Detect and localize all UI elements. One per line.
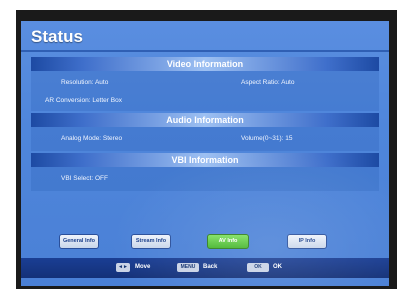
back-label: Back: [203, 264, 218, 270]
ok-key-icon: OK: [247, 263, 269, 272]
av-info-button[interactable]: AV Info: [207, 234, 249, 249]
page-title: Status: [31, 27, 83, 46]
vbi-information-panel: VBI Select: OFF: [31, 167, 379, 191]
ar-conversion-field: AR Conversion: Letter Box: [45, 97, 122, 104]
menu-key-icon: MENU: [177, 263, 199, 272]
volume-field: Volume(0~31): 15: [241, 135, 293, 142]
ip-info-button[interactable]: IP Info: [287, 234, 327, 249]
video-information-header: Video Information: [31, 57, 379, 71]
footer-key-hints: ◄► Move MENU Back OK OK: [21, 258, 389, 278]
general-info-button[interactable]: General Info: [59, 234, 99, 249]
audio-information-panel: Analog Mode: Stereo Volume(0~31): 15: [31, 127, 379, 151]
vbi-select-field: VBI Select: OFF: [61, 175, 108, 182]
audio-information-header: Audio Information: [31, 113, 379, 127]
resolution-field: Resolution: Auto: [61, 79, 109, 86]
aspect-ratio-field: Aspect Ratio: Auto: [241, 79, 295, 86]
status-screen: Status Video Information Resolution: Aut…: [21, 21, 389, 286]
ok-label: OK: [273, 264, 282, 270]
title-divider: [21, 50, 389, 52]
stream-info-button[interactable]: Stream Info: [131, 234, 171, 249]
vbi-information-header: VBI Information: [31, 153, 379, 167]
info-button-row: General Info Stream Info AV Info IP Info: [21, 234, 389, 249]
move-arrows-icon: ◄►: [116, 263, 130, 272]
move-label: Move: [135, 264, 151, 270]
video-information-panel: Resolution: Auto Aspect Ratio: Auto AR C…: [31, 71, 379, 111]
analog-mode-field: Analog Mode: Stereo: [61, 135, 123, 142]
